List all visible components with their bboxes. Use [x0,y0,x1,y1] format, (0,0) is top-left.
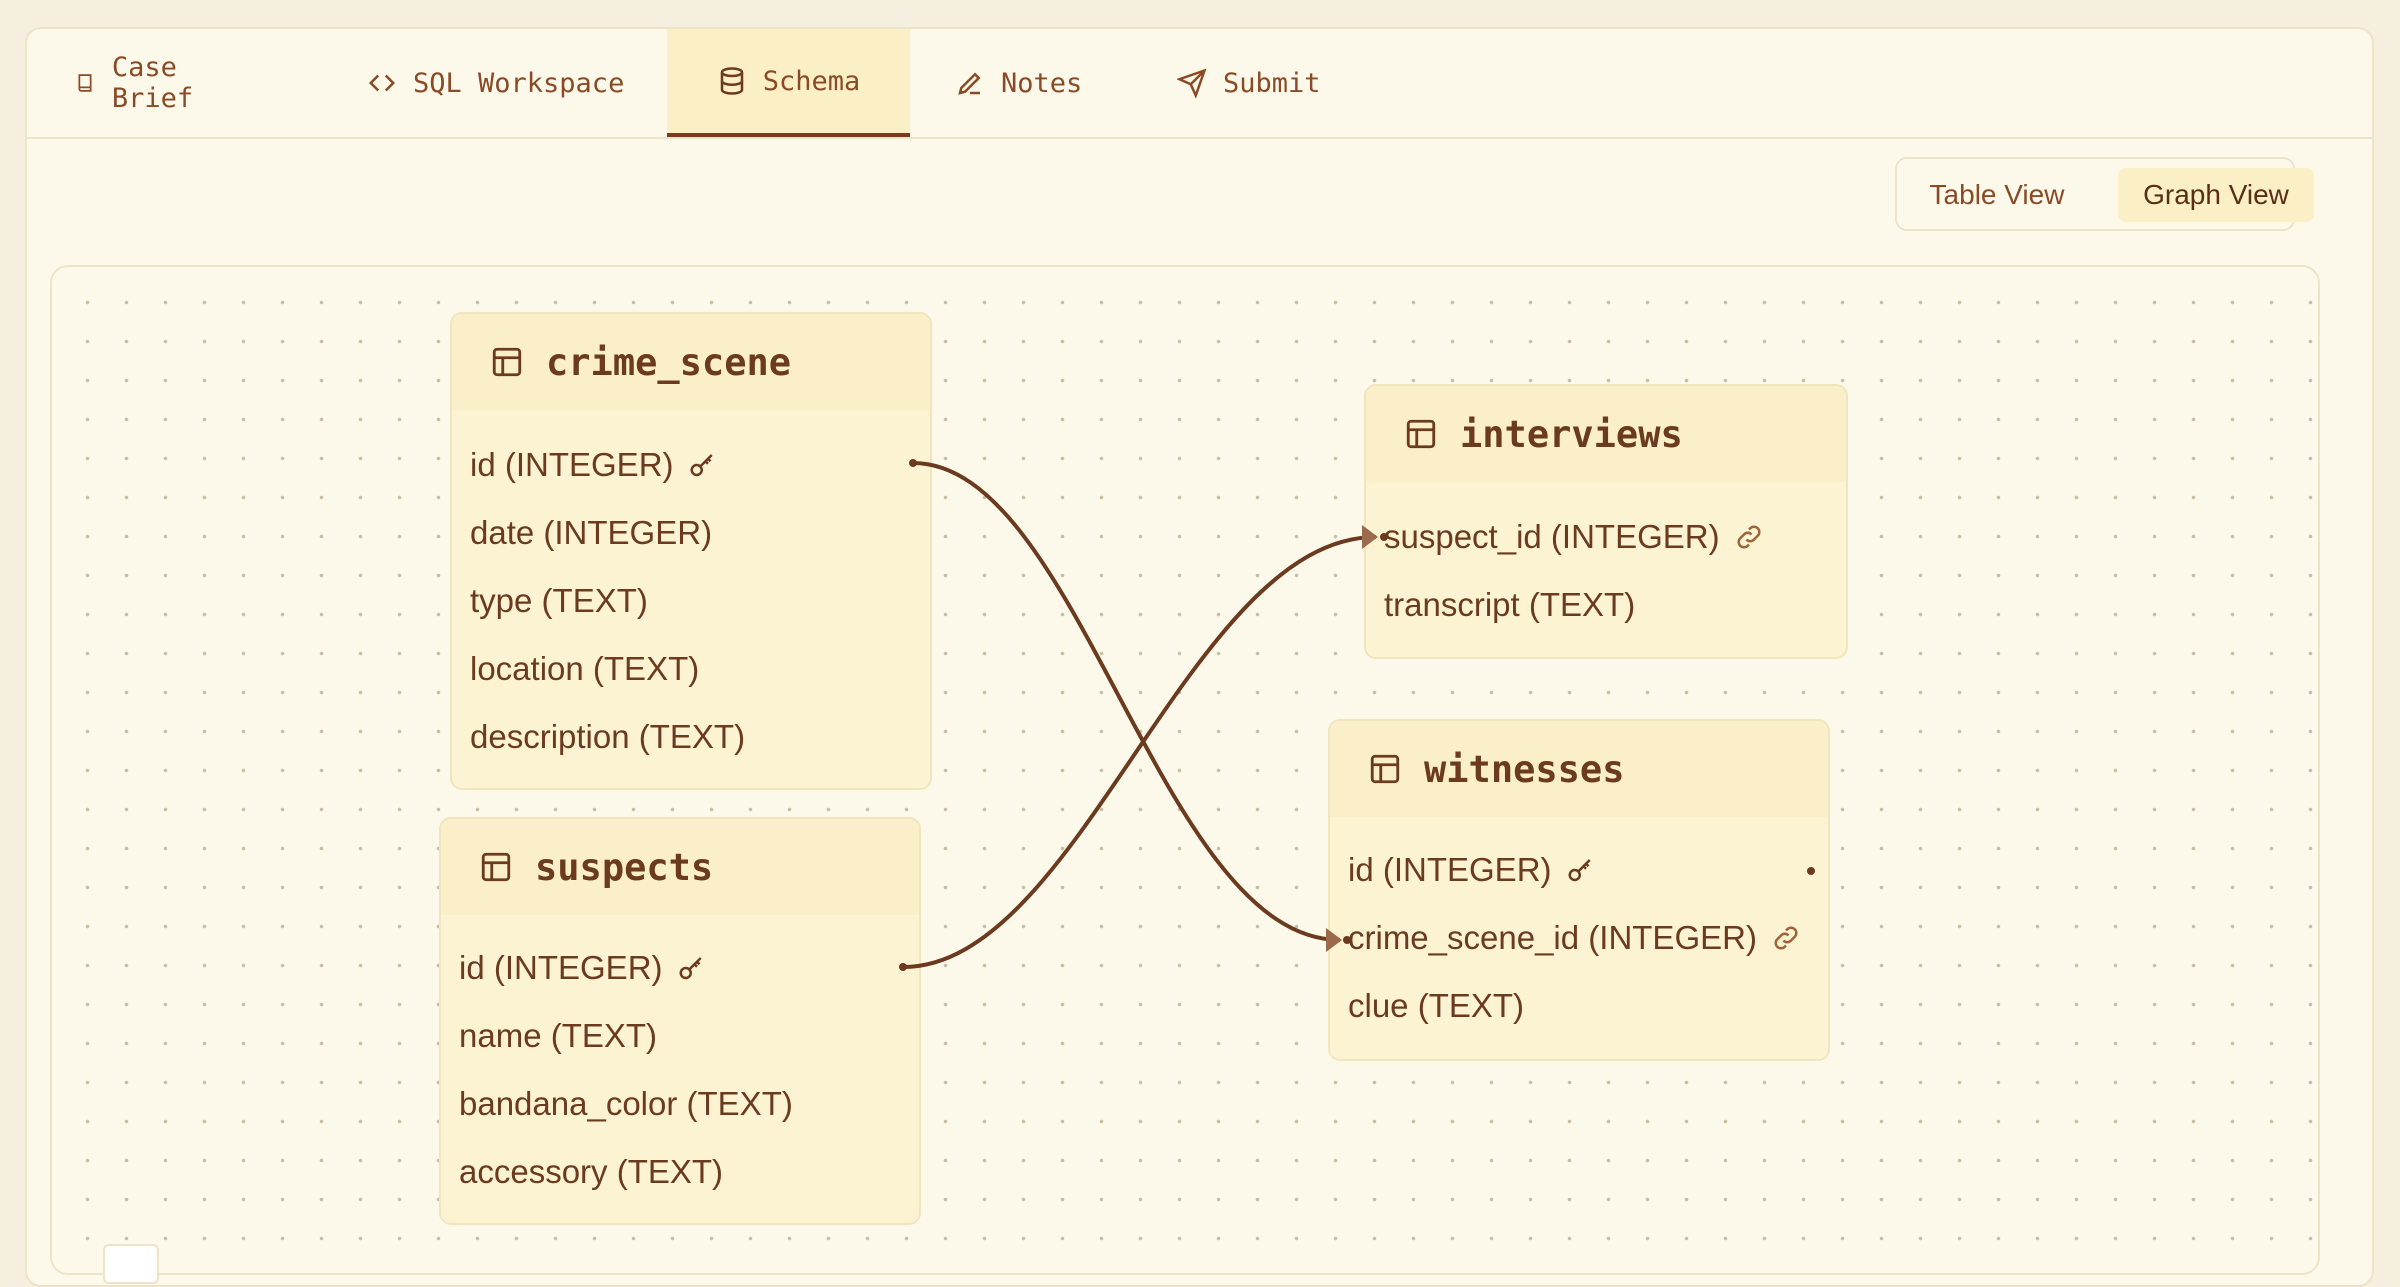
field-label: description (TEXT) [470,718,746,755]
field-row: name (TEXT) [459,1017,657,1055]
table-node-suspects[interactable]: suspects id (INTEGER) name (TEXT) bandan… [439,817,921,1225]
table-header: interviews [1366,386,1846,482]
table-header: suspects [441,819,919,915]
tab-label: Notes [1001,67,1083,99]
tab-notes[interactable]: Notes [955,29,1095,137]
field-row: id (INTEGER) [470,446,718,484]
field-row: clue (TEXT) [1348,987,1524,1025]
table-icon [1406,419,1436,449]
connection-handle[interactable] [899,963,907,971]
table-node-crime-scene[interactable]: crime_scene id (INTEGER) date (INTEGER) … [450,312,932,790]
database-icon [720,67,743,95]
table-icon [1370,754,1400,784]
table-name: suspects [535,845,714,889]
table-name: witnesses [1424,747,1625,791]
table-header: witnesses [1330,721,1828,817]
field-label: id (INTEGER) [459,949,663,986]
tab-case-brief[interactable]: Case Brief [75,29,225,137]
field-label: clue (TEXT) [1348,987,1525,1024]
send-icon [1177,68,1207,98]
table-view-button[interactable]: Table View [1907,168,2087,222]
table-header: crime_scene [452,314,930,410]
field-row: bandana_color (TEXT) [459,1085,793,1123]
field-label: crime_scene_id (INTEGER) [1348,919,1757,956]
tab-bar: Case Brief SQL Workspace Schema Notes Su… [27,29,2372,139]
graph-view-button[interactable]: Graph View [2118,168,2314,222]
field-row: transcript (TEXT) [1384,586,1635,624]
tab-label: Case Brief [111,52,194,114]
connection-handle[interactable] [909,459,917,467]
field-row: crime_scene_id (INTEGER) [1348,919,1801,957]
tab-sql-workspace[interactable]: SQL Workspace [367,29,657,137]
field-label: type (TEXT) [470,582,648,619]
table-name: crime_scene [546,340,792,384]
key-icon [679,957,702,980]
link-icon [1737,525,1761,549]
field-row: date (INTEGER) [470,514,712,552]
field-label: transcript (TEXT) [1384,586,1636,623]
field-row: suspect_id (INTEGER) [1384,518,1764,556]
table-node-interviews[interactable]: interviews suspect_id (INTEGER) transcri… [1364,384,1848,659]
field-label: id (INTEGER) [470,446,674,483]
key-icon [1568,859,1591,882]
field-label: accessory (TEXT) [459,1153,724,1190]
connection-handle[interactable] [1807,867,1815,875]
field-label: location (TEXT) [470,650,700,687]
canvas-controls[interactable] [103,1244,159,1284]
field-label: suspect_id (INTEGER) [1384,518,1720,555]
field-row: id (INTEGER) [459,949,707,987]
field-row: location (TEXT) [470,650,699,688]
table-name: interviews [1460,412,1683,456]
field-row: id (INTEGER) [1348,851,1596,889]
table-node-witnesses[interactable]: witnesses id (INTEGER) crime_scene_id (I… [1328,719,1830,1061]
field-row: type (TEXT) [470,582,648,620]
field-label: bandana_color (TEXT) [459,1085,793,1122]
field-row: description (TEXT) [470,718,745,756]
field-label: date (INTEGER) [470,514,713,551]
view-toggle: Table View Graph View [1895,157,2314,231]
table-icon [481,852,511,882]
tab-label: SQL Workspace [413,67,625,99]
field-row: accessory (TEXT) [459,1153,723,1191]
schema-graph-canvas[interactable] [50,265,2320,1275]
field-label: id (INTEGER) [1348,851,1552,888]
tab-label: Submit [1223,67,1321,99]
field-label: name (TEXT) [459,1017,658,1054]
link-icon [1774,926,1798,950]
table-icon [492,347,522,377]
tab-schema[interactable]: Schema [667,29,910,137]
code-icon [368,74,396,92]
key-icon [690,454,713,477]
pencil-icon [958,72,981,95]
tab-submit[interactable]: Submit [1177,29,1337,137]
book-icon [78,74,92,92]
tab-label: Schema [762,65,861,97]
